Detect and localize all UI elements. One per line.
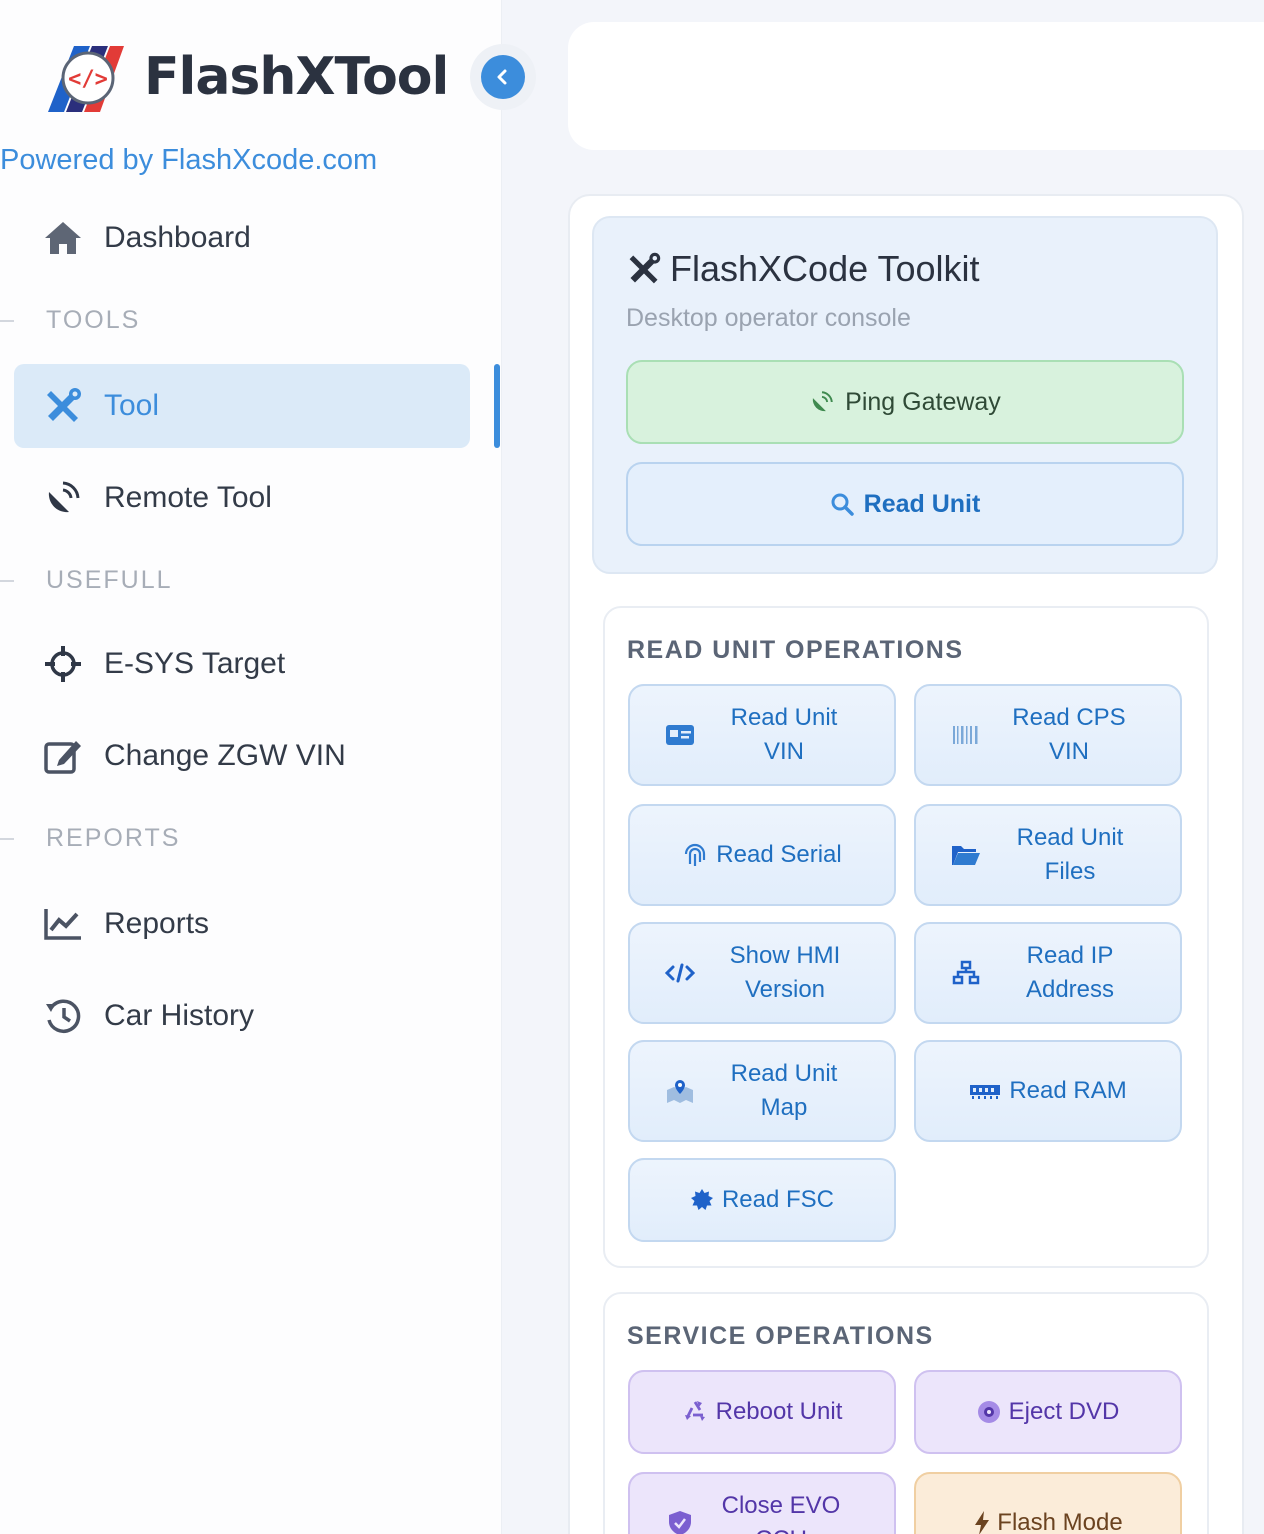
show-hmi-version-button[interactable]: Show HMI Version [628, 922, 896, 1024]
code-icon [664, 962, 696, 984]
op-label: Show HMI Version [729, 942, 841, 1003]
map-marker-icon [665, 1078, 695, 1104]
op-label: Read FSC [721, 1186, 835, 1213]
sidebar-item-label: E-SYS Target [104, 647, 286, 680]
read-ram-button[interactable]: Read RAM [914, 1040, 1182, 1142]
op-label: Reboot Unit [715, 1398, 843, 1425]
op-label: Read IP Address [1025, 942, 1115, 1003]
read-unit-button[interactable]: Read Unit [626, 462, 1184, 546]
sidebar-item-label: Remote Tool [104, 481, 272, 514]
search-icon [830, 492, 854, 516]
eject-dvd-button[interactable]: Eject DVD [914, 1370, 1182, 1454]
op-label: Flash Mode [997, 1509, 1123, 1534]
toolkit-title: FlashXCode Toolkit [626, 248, 980, 290]
barcode-icon [952, 725, 980, 745]
section-heading-reports: REPORTS [46, 824, 181, 852]
certificate-icon [690, 1188, 714, 1212]
sidebar-collapse-button[interactable] [470, 44, 536, 110]
op-label: Read RAM [1009, 1077, 1127, 1104]
op-label: Read Unit Map [730, 1060, 838, 1121]
home-icon [42, 217, 84, 259]
op-label: Read Unit VIN [730, 704, 838, 765]
divider [0, 580, 14, 582]
toolkit-title-text: FlashXCode Toolkit [670, 248, 980, 289]
op-label: Read Unit Files [1016, 824, 1124, 885]
sidebar-item-reports[interactable]: Reports [14, 882, 470, 966]
edit-icon [42, 735, 84, 777]
op-label: Read Serial [716, 841, 842, 868]
chart-line-icon [42, 903, 84, 945]
svg-text:</>: </> [68, 67, 108, 92]
satellite-dish-icon [42, 477, 84, 519]
sidebar-item-change-zgw-vin[interactable]: Change ZGW VIN [14, 714, 470, 798]
sidebar-item-tool[interactable]: Tool [14, 364, 470, 448]
folder-open-icon [951, 843, 981, 867]
read-unit-operations-title: READ UNIT OPERATIONS [627, 636, 964, 664]
read-unit-label: Read Unit [863, 489, 981, 518]
powered-by-link[interactable]: Powered by FlashXcode.com [0, 144, 377, 177]
sidebar-item-remote-tool[interactable]: Remote Tool [14, 456, 470, 540]
satellite-dish-icon [809, 389, 835, 415]
flash-mode-button[interactable]: Flash Mode [914, 1472, 1182, 1534]
section-heading-usefull: USEFULL [46, 566, 173, 594]
id-card-icon [665, 724, 695, 746]
crosshairs-icon [42, 643, 84, 685]
read-ip-address-button[interactable]: Read IP Address [914, 922, 1182, 1024]
sidebar-item-label: Car History [104, 999, 255, 1032]
ping-gateway-label: Ping Gateway [845, 387, 1001, 416]
read-unit-map-button[interactable]: Read Unit Map [628, 1040, 896, 1142]
sidebar-item-label: Tool [104, 389, 160, 422]
read-fsc-button[interactable]: Read FSC [628, 1158, 896, 1242]
top-bar [568, 22, 1264, 150]
tools-icon [42, 385, 84, 427]
network-icon [951, 960, 981, 986]
sidebar-item-label: Change ZGW VIN [104, 739, 346, 772]
read-cps-vin-button[interactable]: Read CPS VIN [914, 684, 1182, 786]
sidebar-item-esys-target[interactable]: E-SYS Target [14, 622, 470, 706]
divider [0, 320, 14, 322]
op-label: Eject DVD [1008, 1398, 1120, 1425]
divider [0, 838, 14, 840]
flashxtool-logo-icon: </> [44, 38, 126, 116]
op-label: Read CPS VIN [1012, 704, 1126, 765]
sidebar-item-car-history[interactable]: Car History [14, 974, 470, 1058]
app-name: FlashXTool [144, 47, 449, 107]
tools-icon [626, 251, 662, 287]
chevron-left-icon [481, 55, 525, 99]
sidebar-item-label: Reports [104, 907, 210, 940]
ping-gateway-button[interactable]: Ping Gateway [626, 360, 1184, 444]
sidebar: </> FlashXTool Powered by FlashXcode.com… [0, 0, 502, 1534]
sidebar-item-label: Dashboard [104, 221, 251, 254]
brand[interactable]: </> FlashXTool [44, 38, 449, 116]
recycle-icon [682, 1399, 708, 1425]
service-operations-title: SERVICE OPERATIONS [627, 1322, 934, 1350]
op-label: Close EVO CCU [721, 1492, 841, 1534]
fingerprint-icon [682, 842, 708, 868]
history-icon [42, 995, 84, 1037]
active-indicator [494, 364, 500, 448]
reboot-unit-button[interactable]: Reboot Unit [628, 1370, 896, 1454]
shield-icon [668, 1510, 692, 1534]
bolt-icon [973, 1510, 991, 1534]
toolkit-subtitle: Desktop operator console [626, 304, 911, 332]
disc-icon [977, 1400, 1001, 1424]
close-evo-ccu-button[interactable]: Close EVO CCU [628, 1472, 896, 1534]
sidebar-item-dashboard[interactable]: Dashboard [14, 196, 470, 280]
memory-icon [969, 1082, 1001, 1100]
section-heading-tools: TOOLS [46, 306, 141, 334]
read-unit-vin-button[interactable]: Read Unit VIN [628, 684, 896, 786]
read-serial-button[interactable]: Read Serial [628, 804, 896, 906]
read-unit-files-button[interactable]: Read Unit Files [914, 804, 1182, 906]
